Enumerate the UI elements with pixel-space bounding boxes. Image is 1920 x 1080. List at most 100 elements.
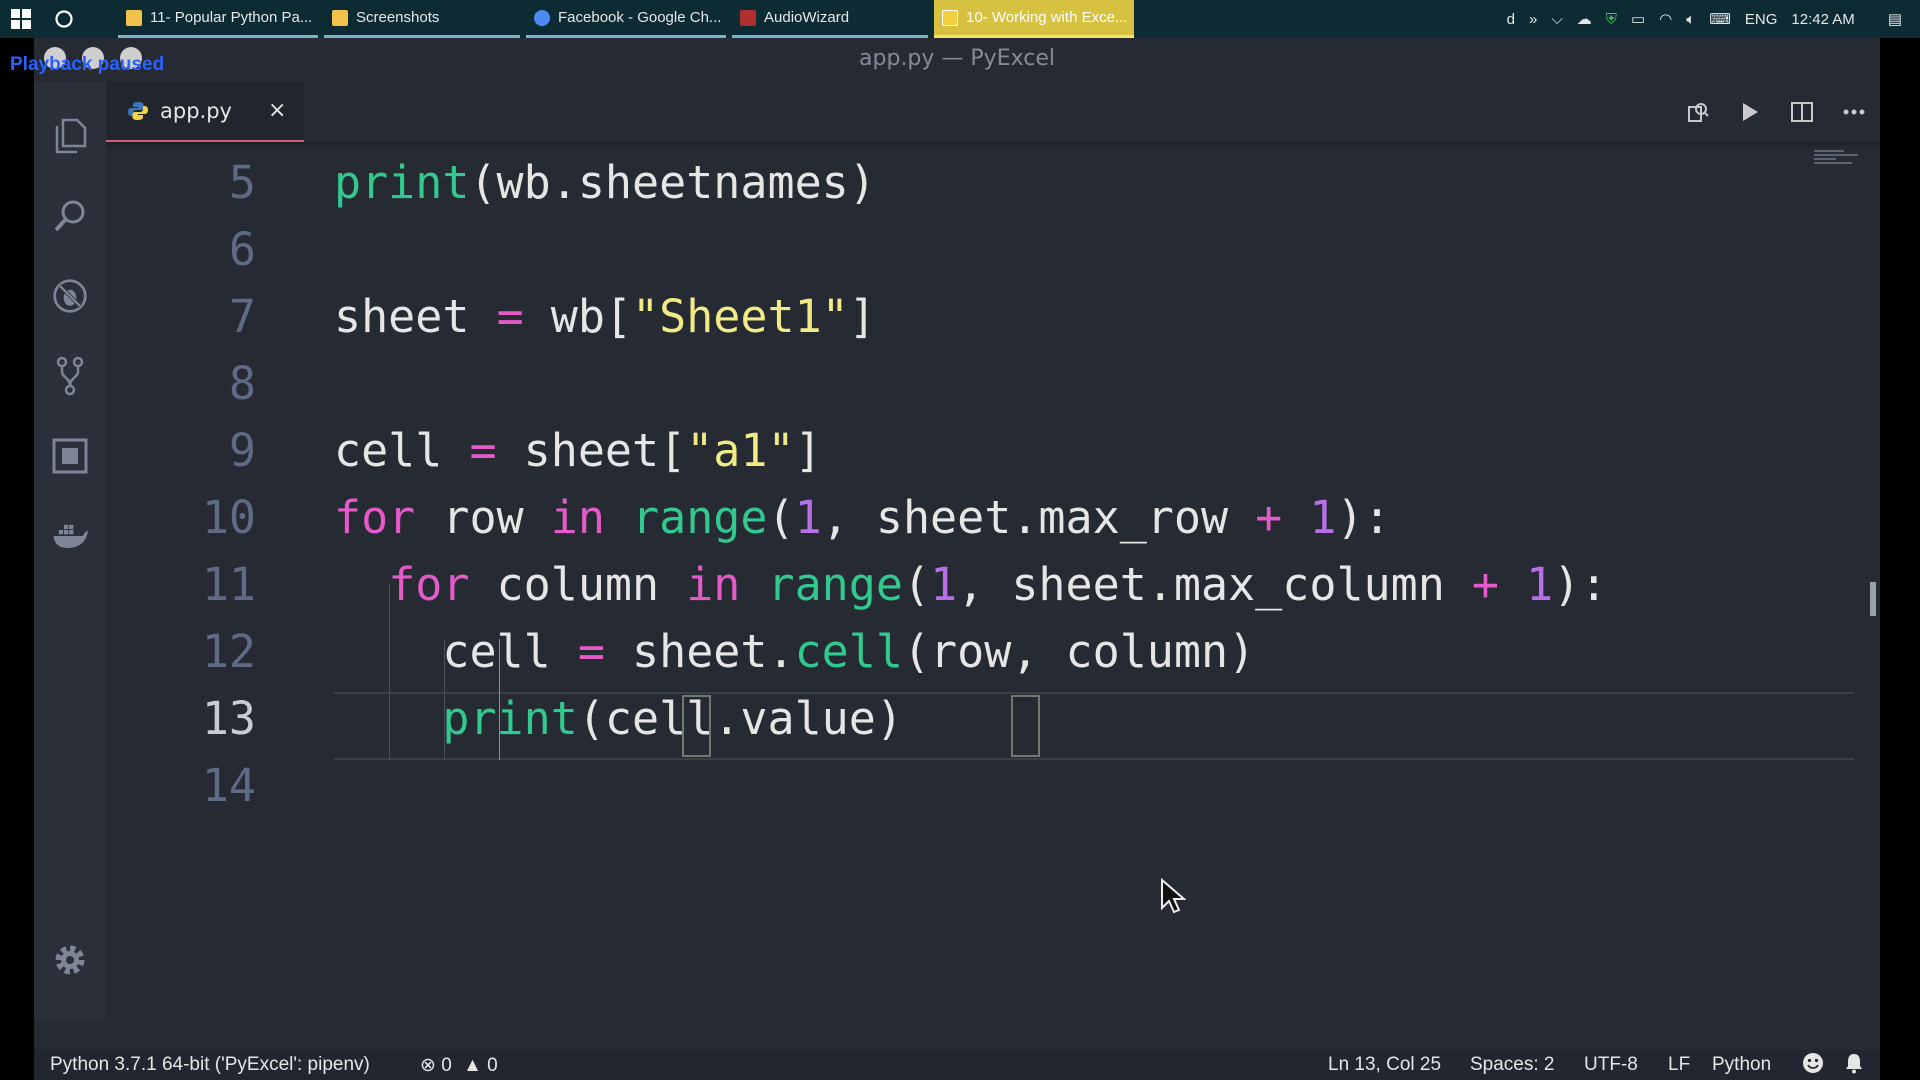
- warning-icon: ▲: [463, 1055, 482, 1076]
- chevron-up-icon[interactable]: ⌵: [1551, 11, 1562, 28]
- taskbar-item-screenshots[interactable]: Screenshots: [324, 0, 520, 38]
- scrollbar-thumb[interactable]: [1870, 582, 1876, 616]
- code-text: for column in range(1, sheet.max_column …: [334, 558, 1607, 611]
- status-bar: Python 3.7.1 64-bit ('PyExcel': pipenv) …: [34, 1050, 1880, 1080]
- code-token: range: [767, 558, 903, 611]
- problems-indicator[interactable]: ⊗ 0 ▲ 0: [420, 1054, 498, 1077]
- volume-icon[interactable]: 🔈︎: [1686, 11, 1695, 28]
- explorer-icon[interactable]: [52, 118, 88, 154]
- search-icon[interactable]: [52, 198, 88, 234]
- taskbar-item-label: AudioWizard: [764, 9, 850, 26]
- code-text: cell = sheet.cell(row, column): [334, 625, 1255, 678]
- code-token: sheet: [334, 290, 497, 343]
- cortana-icon[interactable]: [42, 0, 86, 38]
- cursor-position[interactable]: Ln 13, Col 25: [1328, 1054, 1441, 1076]
- code-token: ]: [794, 424, 822, 477]
- code-token: cell: [794, 625, 903, 678]
- code-line: 14: [106, 753, 1880, 820]
- warning-count: 0: [487, 1055, 498, 1076]
- code-text: sheet = wb["Sheet1"]: [334, 290, 876, 343]
- code-token: 1: [930, 558, 958, 611]
- code-line: 10 for row in range(1, sheet.max_row + 1…: [106, 485, 1880, 552]
- taskbar-item-chrome[interactable]: Facebook - Google Ch...: [526, 0, 726, 38]
- docker-icon[interactable]: [52, 518, 88, 554]
- more-actions-icon[interactable]: [1828, 82, 1880, 142]
- wifi-icon[interactable]: ◠: [1659, 10, 1672, 28]
- code-token: (: [902, 558, 931, 611]
- bell-icon[interactable]: [1844, 1052, 1864, 1080]
- windows-start-icon[interactable]: [0, 0, 42, 38]
- file-encoding[interactable]: UTF-8: [1584, 1054, 1638, 1076]
- code-token: =: [469, 424, 497, 477]
- code-line: 7 sheet = wb["Sheet1"]: [106, 284, 1880, 351]
- split-editor-icon[interactable]: [1776, 82, 1828, 142]
- open-changes-icon[interactable]: [1672, 82, 1724, 142]
- tab-app-py[interactable]: app.py ×: [106, 82, 304, 142]
- line-number: 12: [201, 625, 256, 678]
- code-token: (cell.value): [577, 692, 903, 745]
- code-token: ]: [848, 290, 876, 343]
- media-player-icon: [942, 9, 958, 26]
- line-number: 14: [201, 759, 256, 812]
- code-token: ):: [1336, 491, 1391, 544]
- debug-icon[interactable]: [52, 278, 88, 314]
- code-token: cell: [334, 625, 578, 678]
- taskbar-item-audiowizard[interactable]: AudioWizard: [732, 0, 928, 38]
- line-number: 8: [228, 357, 256, 410]
- code-token: 1: [1309, 491, 1337, 544]
- keyboard-icon[interactable]: ⌨: [1709, 10, 1731, 28]
- indentation[interactable]: Spaces: 2: [1470, 1054, 1555, 1076]
- code-line-current: 13 print(cell.value): [106, 686, 1880, 753]
- audiowizard-icon: [740, 9, 756, 26]
- tray-language[interactable]: ENG: [1745, 11, 1778, 28]
- error-count: 0: [441, 1055, 452, 1076]
- code-token: "Sheet1": [632, 290, 849, 343]
- gear-icon[interactable]: [52, 942, 88, 978]
- battery-icon[interactable]: ▭: [1631, 10, 1645, 28]
- language-mode[interactable]: Python: [1712, 1054, 1771, 1076]
- notifications-icon[interactable]: ▤: [1888, 10, 1902, 28]
- code-editor[interactable]: 5 print(wb.sheetnames) 6 7 sheet = wb["S…: [106, 142, 1880, 1020]
- tab-label: app.py: [160, 99, 232, 123]
- code-token: column: [469, 558, 687, 611]
- mouse-pointer-icon: [1161, 878, 1186, 914]
- tray-overflow-icon[interactable]: »: [1529, 11, 1537, 28]
- taskbar-item-label: 11- Popular Python Pa...: [150, 9, 313, 26]
- code-line: 12 cell = sheet.cell(row, column): [106, 619, 1880, 686]
- code-text: print(wb.sheetnames): [334, 156, 876, 209]
- code-token: sheet[: [496, 424, 687, 477]
- code-line: 9 cell = sheet["a1"]: [106, 418, 1880, 485]
- error-icon: ⊗: [420, 1055, 436, 1076]
- code-token: 1: [794, 491, 822, 544]
- extensions-icon[interactable]: [52, 438, 88, 474]
- run-icon[interactable]: [1724, 82, 1776, 142]
- taskbar-item-label: Facebook - Google Ch...: [558, 9, 722, 26]
- code-token: sheet.: [604, 625, 795, 678]
- code-token: row: [415, 491, 551, 544]
- window-title: app.py — PyExcel: [859, 46, 1055, 71]
- taskbar-item-media-player[interactable]: 10- Working with Exce...: [934, 0, 1134, 38]
- line-ending[interactable]: LF: [1668, 1054, 1690, 1076]
- defender-shield-icon[interactable]: ⛨: [1606, 11, 1617, 28]
- taskbar-item-popular-python[interactable]: 11- Popular Python Pa...: [118, 0, 318, 38]
- close-icon[interactable]: ×: [268, 98, 286, 123]
- tray-clock[interactable]: 12:42 AM: [1791, 11, 1854, 28]
- python-interpreter[interactable]: Python 3.7.1 64-bit ('PyExcel': pipenv): [50, 1054, 370, 1076]
- code-token: for: [334, 491, 416, 544]
- source-control-icon[interactable]: [52, 356, 88, 396]
- code-token: (wb.sheetnames): [469, 156, 876, 209]
- code-token: 1: [1526, 558, 1554, 611]
- minimap[interactable]: [1814, 150, 1860, 170]
- onedrive-icon[interactable]: ☁: [1577, 10, 1592, 28]
- feedback-smiley-icon[interactable]: [1802, 1052, 1824, 1080]
- activity-bar: [34, 82, 106, 1020]
- code-token: (: [767, 491, 795, 544]
- taskbar-item-label: 10- Working with Exce...: [966, 9, 1128, 26]
- line-number: 5: [228, 156, 256, 209]
- windows-taskbar: 11- Popular Python Pa... Screenshots Fac…: [0, 0, 1920, 38]
- taskbar-item-label: Screenshots: [356, 9, 440, 26]
- line-number: 7: [228, 290, 256, 343]
